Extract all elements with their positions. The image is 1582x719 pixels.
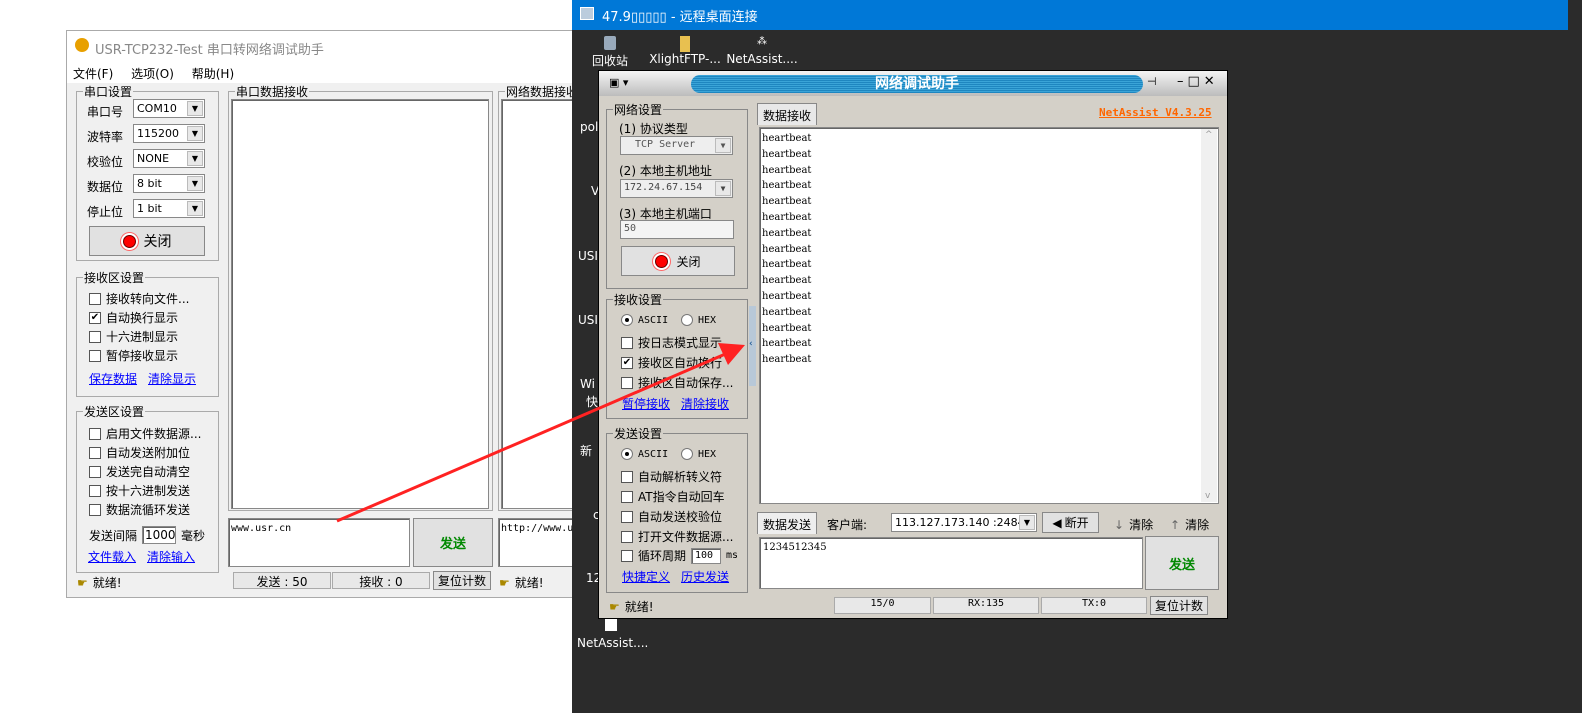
annotation-arrow	[336, 343, 745, 523]
arrow-line	[336, 350, 731, 523]
